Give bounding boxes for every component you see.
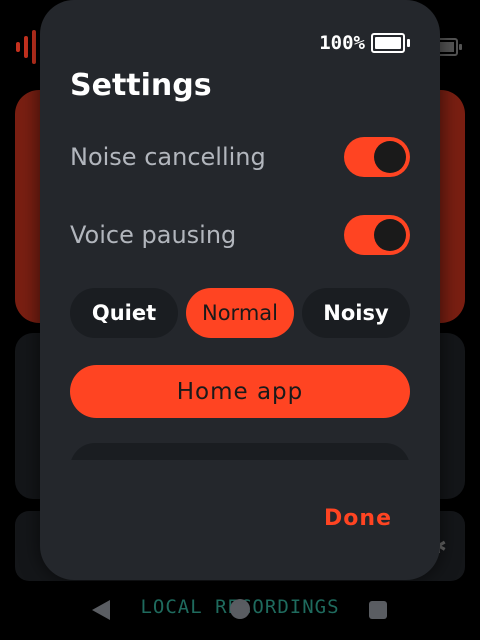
battery-icon xyxy=(371,33,405,53)
noise-cancelling-label: Noise cancelling xyxy=(70,143,266,171)
back-icon[interactable] xyxy=(92,600,110,620)
environment-selector: Quiet Normal Noisy xyxy=(70,288,410,338)
environment-option-normal[interactable]: Normal xyxy=(186,288,294,338)
noise-cancelling-row: Noise cancelling xyxy=(70,137,410,177)
environment-option-quiet[interactable]: Quiet xyxy=(70,288,178,338)
recents-icon[interactable] xyxy=(369,601,387,619)
toggle-knob xyxy=(374,219,406,251)
dialog-title: Settings xyxy=(70,68,212,103)
home-icon[interactable] xyxy=(230,599,250,619)
battery-percentage: 100% xyxy=(319,32,365,54)
environment-option-noisy[interactable]: Noisy xyxy=(302,288,410,338)
scroll-clipped-item xyxy=(70,443,410,460)
home-app-button[interactable]: Home app xyxy=(70,365,410,418)
voice-pausing-toggle[interactable] xyxy=(344,215,410,255)
battery-nub xyxy=(407,39,410,47)
voice-pausing-label: Voice pausing xyxy=(70,221,237,249)
system-nav-bar: LOCAL RECORDINGS xyxy=(0,590,480,630)
settings-dialog: 100% Settings Noise cancelling Voice pau… xyxy=(40,0,440,580)
toggle-knob xyxy=(374,141,406,173)
done-button[interactable]: Done xyxy=(324,506,392,531)
noise-cancelling-toggle[interactable] xyxy=(344,137,410,177)
status-bar: 100% xyxy=(319,32,410,54)
voice-pausing-row: Voice pausing xyxy=(70,215,410,255)
